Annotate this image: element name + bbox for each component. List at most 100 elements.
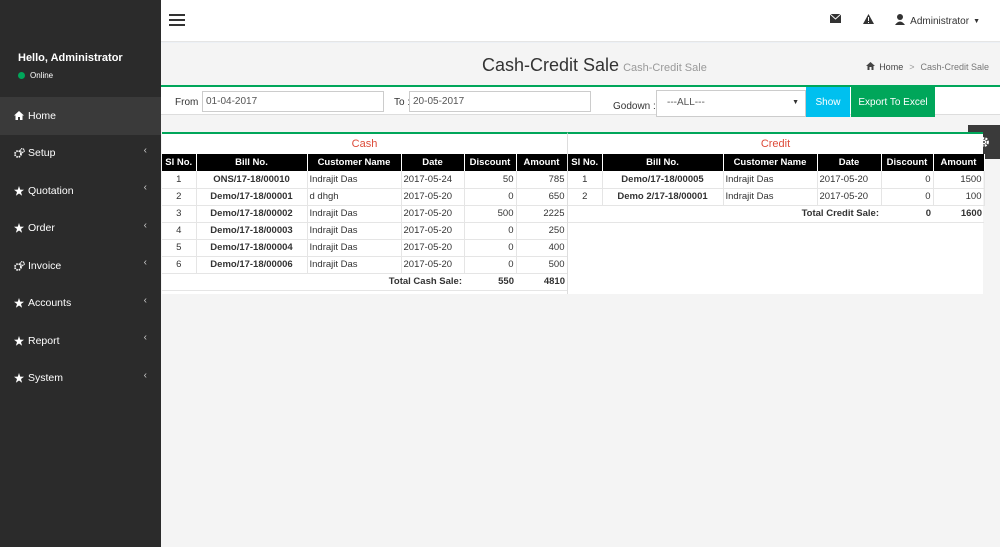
table-cell: 0 bbox=[881, 171, 934, 189]
sidebar-item-label: Quotation bbox=[28, 184, 74, 197]
cogs-icon bbox=[11, 148, 27, 159]
table-cell: 0 bbox=[881, 188, 934, 206]
table-cell: 0 bbox=[464, 188, 517, 206]
table-cell: Demo/17-18/00005 bbox=[602, 171, 724, 189]
table-cell: Demo/17-18/00006 bbox=[196, 256, 308, 274]
table-row: 1 ONS/17-18/00010 Indrajit Das 2017-05-24 50… bbox=[162, 171, 568, 189]
star-icon bbox=[11, 373, 27, 383]
table-cell: Demo/17-18/00001 bbox=[196, 188, 308, 206]
select-caret-icon: ▼ bbox=[792, 99, 799, 106]
credit-total-row: Total Credit Sale: 0 1600 bbox=[568, 205, 984, 223]
credit-col-header: Date bbox=[817, 154, 882, 171]
table-cell: 2017-05-24 bbox=[401, 171, 465, 189]
caret-down-icon: ▼ bbox=[973, 17, 980, 25]
chevron-left-icon: ‹ bbox=[143, 294, 147, 306]
star-icon bbox=[11, 185, 27, 196]
admin-user-menu[interactable]: Administrator ▼ bbox=[895, 14, 980, 28]
credit-table-header: Sl No. Bill No. Customer Name Date Discount A… bbox=[568, 154, 985, 171]
user-status-text: Online bbox=[30, 71, 54, 80]
table-cell: Indrajit Das bbox=[307, 239, 402, 257]
star-icon bbox=[11, 223, 27, 233]
cash-col-header: Bill No. bbox=[196, 154, 308, 171]
table-cell: 2017-05-20 bbox=[401, 256, 465, 274]
sidebar-item-invoice[interactable]: Invoice ‹ bbox=[0, 247, 161, 285]
table-cell: 400 bbox=[516, 239, 568, 257]
total-label: Total Cash Sale: bbox=[162, 273, 464, 291]
breadcrumb-separator: > bbox=[909, 62, 915, 72]
from-date-input[interactable] bbox=[202, 91, 384, 112]
table-cell: Demo/17-18/00004 bbox=[196, 239, 308, 257]
sidebar-item-label: Accounts bbox=[28, 297, 72, 310]
cash-title: Cash bbox=[351, 138, 378, 150]
sidebar: Hello, Administrator Online Home Setup ‹ Qu… bbox=[0, 0, 161, 547]
chevron-left-icon: ‹ bbox=[143, 219, 147, 231]
chevron-left-icon: ‹ bbox=[143, 257, 147, 268]
table-cell: ONS/17-18/00010 bbox=[196, 171, 308, 189]
sidebar-item-order[interactable]: Order ‹ bbox=[0, 210, 161, 248]
sidebar-item-label: Setup bbox=[28, 147, 56, 160]
total-label: Total Credit Sale: bbox=[568, 205, 881, 223]
table-cell: 250 bbox=[516, 222, 568, 240]
export-excel-button[interactable]: Export To Excel bbox=[851, 87, 935, 117]
credit-col-header: Discount bbox=[881, 154, 934, 171]
from-label: From : bbox=[175, 97, 204, 108]
sidebar-toggle-icon[interactable] bbox=[169, 14, 185, 26]
table-cell: 2017-05-20 bbox=[401, 222, 465, 240]
envelope-icon[interactable] bbox=[829, 13, 842, 26]
credit-col-header: Sl No. bbox=[568, 154, 603, 171]
page-subtitle: Cash-Credit Sale bbox=[623, 62, 707, 74]
warning-icon[interactable] bbox=[863, 14, 874, 27]
sidebar-item-setup[interactable]: Setup ‹ bbox=[0, 135, 161, 173]
table-cell: 100 bbox=[933, 188, 985, 206]
table-cell: 650 bbox=[516, 188, 568, 206]
table-cell: Indrajit Das bbox=[307, 171, 402, 189]
table-cell: Demo/17-18/00003 bbox=[196, 222, 308, 240]
total-amount: 1600 bbox=[933, 205, 984, 223]
cash-col-header: Amount bbox=[516, 154, 568, 171]
star-icon bbox=[11, 335, 27, 346]
breadcrumb: Home > Cash-Credit Sale bbox=[866, 62, 989, 72]
sidebar-item-accounts[interactable]: Accounts ‹ bbox=[0, 285, 161, 323]
table-row: 2 Demo/17-18/00001 d dhgh 2017-05-20 0 650 bbox=[162, 188, 568, 206]
table-cell: 500 bbox=[516, 256, 568, 274]
godown-select-value: ---ALL--- bbox=[667, 97, 705, 108]
table-row: 6 Demo/17-18/00006 Indrajit Das 2017-05-20 0… bbox=[162, 256, 568, 274]
topbar: Administrator ▼ bbox=[161, 0, 1000, 42]
total-discount: 550 bbox=[464, 273, 516, 291]
page-header: Cash-Credit Sale Cash-Credit Sale Home > … bbox=[161, 43, 1000, 85]
to-date-input[interactable] bbox=[409, 91, 591, 112]
filter-box: From : To : Godown : ---ALL--- ▼ Show Ex… bbox=[161, 85, 1000, 117]
credit-col-header: Amount bbox=[933, 154, 985, 171]
page-title: Cash-Credit Sale Cash-Credit Sale bbox=[482, 55, 707, 76]
breadcrumb-home[interactable]: Home bbox=[879, 62, 903, 72]
sidebar-item-system[interactable]: System ‹ bbox=[0, 360, 161, 398]
credit-col-header: Customer Name bbox=[723, 154, 818, 171]
table-cell: 6 bbox=[162, 256, 197, 274]
total-discount: 0 bbox=[881, 205, 933, 223]
table-cell: 3 bbox=[162, 205, 197, 223]
cash-col-header: Sl No. bbox=[162, 154, 197, 171]
chevron-left-icon: ‹ bbox=[143, 369, 147, 381]
chevron-left-icon: ‹ bbox=[143, 332, 147, 343]
table-cell: 0 bbox=[464, 256, 517, 274]
user-icon bbox=[895, 14, 906, 28]
online-dot-icon bbox=[18, 72, 25, 79]
chevron-left-icon: ‹ bbox=[143, 144, 147, 156]
sidebar-item-label: Order bbox=[28, 222, 55, 235]
godown-select[interactable]: ---ALL--- ▼ bbox=[656, 90, 806, 117]
table-cell: Indrajit Das bbox=[307, 222, 402, 240]
breadcrumb-current: Cash-Credit Sale bbox=[920, 62, 989, 72]
table-cell: Demo 2/17-18/00001 bbox=[602, 188, 724, 206]
cash-table: Sl No. Bill No. Customer Name Date Discount A… bbox=[162, 154, 568, 291]
show-button[interactable]: Show bbox=[806, 87, 850, 117]
table-cell: d dhgh bbox=[307, 188, 402, 206]
home-icon bbox=[866, 62, 876, 72]
sidebar-item-report[interactable]: Report ‹ bbox=[0, 322, 161, 360]
sidebar-menu: Home Setup ‹ Quotation ‹ Order ‹ Invoice ‹ Accoun… bbox=[0, 97, 161, 397]
table-cell: Indrajit Das bbox=[723, 188, 818, 206]
cash-table-header: Sl No. Bill No. Customer Name Date Discount A… bbox=[162, 154, 568, 171]
sidebar-item-quotation[interactable]: Quotation ‹ bbox=[0, 172, 161, 210]
cash-col-header: Discount bbox=[464, 154, 517, 171]
sidebar-item-home[interactable]: Home bbox=[0, 97, 161, 135]
table-cell: 1 bbox=[162, 171, 197, 189]
